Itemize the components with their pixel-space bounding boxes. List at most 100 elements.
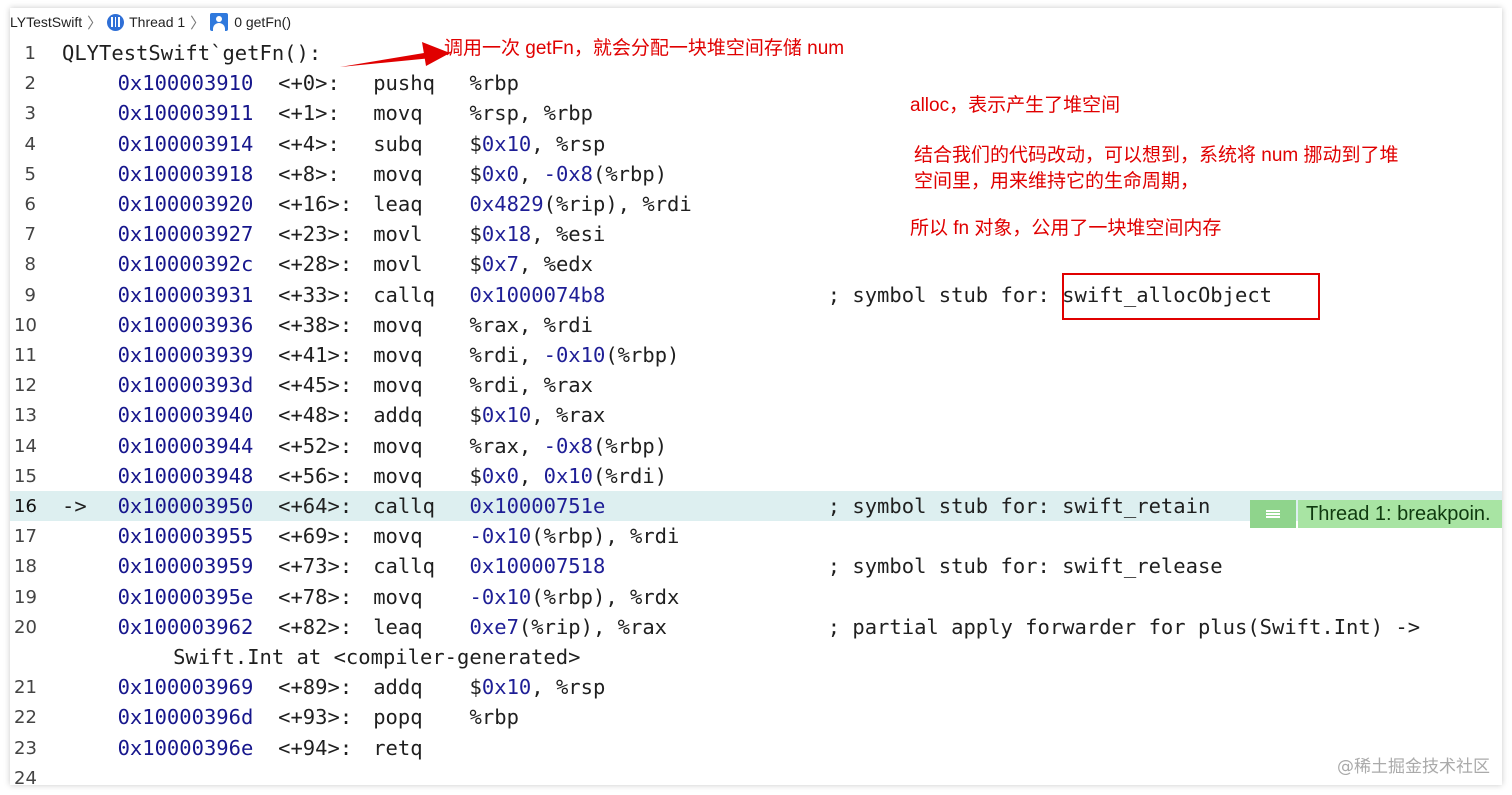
line-number: 13 — [14, 405, 37, 427]
instruction-opcode: movq — [373, 433, 423, 458]
line-number: 12 — [14, 375, 37, 397]
instruction-comment: ; symbol stub for: swift_release — [827, 554, 1223, 579]
instruction-opcode: leaq — [373, 192, 423, 216]
breadcrumb-thread[interactable]: Thread 1 — [107, 13, 186, 31]
instruction-address: 0x100003948 — [117, 463, 254, 488]
instruction-address: 0x10000393d — [117, 373, 254, 398]
instruction-operands: -0x10(%rbp), %rdi — [469, 524, 680, 549]
annotation-share: 所以 fn 对象，公用了一块堆空间内存 — [910, 218, 1222, 239]
breadcrumb-frame[interactable]: 0 getFn() — [210, 13, 291, 31]
line-number: 10 — [14, 314, 37, 336]
instruction-operands: $0x10, %rsp — [469, 675, 606, 700]
instruction-offset: <+38>: — [278, 312, 353, 337]
disassembly-line[interactable]: 24 — [10, 763, 1502, 785]
line-number: 15 — [14, 465, 37, 487]
line-number: 14 — [14, 435, 37, 457]
instruction-address: 0x100003931 — [117, 282, 254, 307]
instruction-address: 0x100003959 — [117, 554, 254, 579]
function-label: QLYTestSwift`getFn(): — [62, 41, 322, 65]
instruction-offset: <+8>: — [278, 161, 340, 186]
instruction-offset: <+73>: — [278, 554, 353, 579]
instruction-operands: %rbp — [469, 705, 519, 730]
disassembly-line[interactable]: 22 0x10000396d <+93>: popq %rbp — [10, 702, 1502, 732]
instruction-offset: <+1>: — [278, 101, 340, 126]
instruction-offset: <+33>: — [278, 282, 353, 307]
instruction-operands: 0x1000074b8 — [469, 282, 606, 307]
instruction-operands: $0x0, -0x8(%rbp) — [469, 161, 668, 186]
instruction-opcode: popq — [373, 705, 423, 730]
instruction-address: 0x100003910 — [117, 71, 254, 96]
line-number: 18 — [14, 556, 37, 578]
disassembly-line[interactable]: 19 0x10000395e <+78>: movq -0x10(%rbp), %rdx — [10, 582, 1502, 612]
line-number: 11 — [14, 345, 37, 366]
instruction-offset: <+48>: — [278, 403, 353, 428]
instruction-offset: <+45>: — [278, 373, 353, 398]
disassembly-line[interactable]: 23 0x10000396e <+94>: retq — [10, 733, 1502, 763]
annotation-top: 调用一次 getFn，就会分配一块堆空间存储 num — [444, 38, 845, 59]
disassembly-line[interactable]: Swift.Int at <compiler-generated> — [10, 642, 1502, 672]
instruction-address: 0x10000396d — [117, 705, 254, 730]
instruction-operands: 0x10000751e — [469, 494, 606, 518]
instruction-offset: <+89>: — [278, 675, 353, 700]
line-number: 24 — [14, 767, 37, 785]
disassembly-line[interactable]: 18 0x100003959 <+73>: callq 0x100007518 ; sym… — [10, 551, 1502, 581]
disassembly-line[interactable]: 15 0x100003948 <+56>: movq $0x0, 0x10(%rdi) — [10, 461, 1502, 491]
disassembly-line[interactable]: 14 0x100003944 <+52>: movq %rax, -0x8(%rbp) — [10, 431, 1502, 461]
instruction-opcode: callq — [373, 494, 435, 518]
instruction-opcode: leaq — [373, 614, 423, 639]
instruction-operands: 0x100007518 — [469, 554, 606, 579]
instruction-offset: <+52>: — [278, 433, 353, 458]
instruction-address: 0x10000392c — [117, 252, 254, 277]
instruction-operands: %rdi, %rax — [469, 373, 593, 398]
thread-name: Thread 1 — [129, 14, 186, 30]
instruction-operands: $0x0, 0x10(%rdi) — [469, 463, 668, 488]
disassembly-line[interactable]: 20 0x100003962 <+82>: leaq 0xe7(%rip), %rax;… — [10, 612, 1502, 642]
disassembly-line[interactable]: 2 0x100003910 <+0>: pushq %rbp — [10, 68, 1502, 98]
instruction-operands: -0x10(%rbp), %rdx — [469, 584, 680, 609]
disassembly-line[interactable]: 21 0x100003969 <+89>: addq $0x10, %rsp — [10, 672, 1502, 702]
instruction-address: 0x10000395e — [117, 584, 254, 609]
annotation-move-2: 空间里，用来维持它的生命周期， — [914, 171, 1200, 192]
instruction-operands: %rbp — [469, 71, 519, 96]
instruction-opcode: callq — [373, 282, 435, 307]
arrow-icon — [340, 42, 450, 67]
line-number: 17 — [14, 526, 37, 548]
annotation-alloc: alloc，表示产生了堆空间 — [910, 95, 1121, 116]
instruction-opcode: movq — [373, 343, 423, 367]
instruction-address: 0x100003944 — [117, 433, 254, 458]
instruction-opcode: pushq — [373, 71, 435, 96]
disassembly-line[interactable]: 13 0x100003940 <+48>: addq $0x10, %rax — [10, 400, 1502, 430]
line-number: 1 — [24, 43, 36, 64]
disassembly-line[interactable]: 11 0x100003939 <+41>: movq %rdi, -0x10(%rbp) — [10, 340, 1502, 370]
annotation-move-1: 结合我们的代码改动，可以想到，系统将 num 挪动到了堆 — [914, 145, 1399, 166]
line-number: 20 — [14, 616, 37, 638]
disassembly-line[interactable]: 7 0x100003927 <+23>: movl $0x18, %esi — [10, 219, 1502, 249]
disassembly-line[interactable]: 3 0x100003911 <+1>: movq %rsp, %rbp — [10, 98, 1502, 128]
instruction-opcode: movq — [373, 161, 423, 186]
instruction-offset: <+41>: — [278, 343, 353, 367]
disassembly-line[interactable]: 12 0x10000393d <+45>: movq %rdi, %rax — [10, 370, 1502, 400]
chevron-right-icon: 〉 — [87, 14, 103, 32]
instruction-offset: <+4>: — [278, 131, 340, 156]
line-number: 8 — [24, 254, 36, 276]
instruction-address: 0x100003962 — [117, 614, 254, 639]
breadcrumb: LYTestSwift 〉 Thread 1 〉 0 getFn() — [10, 8, 1502, 36]
instruction-address: 0x100003920 — [117, 192, 254, 216]
instruction-address: 0x100003918 — [117, 161, 254, 186]
instruction-opcode: movq — [373, 312, 423, 337]
breadcrumb-project[interactable]: LYTestSwift — [10, 14, 82, 30]
breakpoint-handle[interactable] — [1250, 500, 1296, 528]
instruction-operands: $0x18, %esi — [469, 222, 606, 247]
instruction-address: 0x100003927 — [117, 222, 254, 247]
instruction-opcode: movq — [373, 101, 423, 126]
instruction-opcode: retq — [373, 735, 423, 760]
instruction-operands: $0x10, %rsp — [469, 131, 606, 156]
disassembly-line[interactable]: 6 0x100003920 <+16>: leaq 0x4829(%rip), %rdi — [10, 189, 1502, 219]
watermark: @稀土掘金技术社区 — [1337, 757, 1490, 777]
line-number: 7 — [24, 224, 36, 246]
instruction-address: 0x100003955 — [117, 524, 254, 549]
line-number: 4 — [24, 133, 36, 155]
instruction-offset: <+69>: — [278, 524, 353, 549]
instruction-opcode: callq — [373, 554, 435, 579]
breakpoint-label[interactable]: Thread 1: breakpoin. — [1298, 500, 1502, 528]
